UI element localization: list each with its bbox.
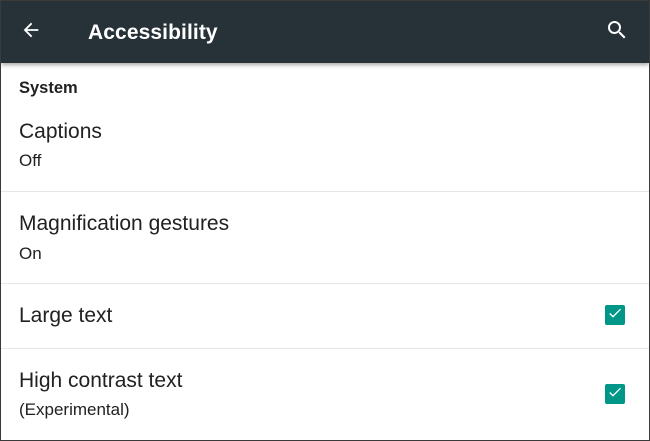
search-button[interactable]	[597, 12, 637, 52]
pref-large-text-title: Large text	[19, 304, 113, 327]
pref-large-text[interactable]: Large text	[1, 284, 649, 349]
pref-high-contrast-text[interactable]: High contrast text (Experimental)	[1, 349, 649, 437]
app-bar: Accessibility	[1, 1, 649, 63]
settings-list: System Captions Off Magnification gestur…	[1, 63, 649, 437]
pref-captions-summary: Off	[19, 151, 42, 170]
search-icon	[605, 18, 629, 47]
large-text-checkbox[interactable]	[605, 305, 625, 325]
page-title: Accessibility	[88, 21, 218, 44]
pref-high-contrast-title: High contrast text	[19, 369, 183, 392]
pref-high-contrast-summary: (Experimental)	[19, 400, 130, 419]
pref-captions-title: Captions	[19, 120, 102, 143]
high-contrast-text-checkbox[interactable]	[605, 384, 625, 404]
section-header-system: System	[19, 79, 78, 97]
pref-magnification-gestures[interactable]: Magnification gestures On	[1, 192, 649, 284]
pref-captions[interactable]: Captions Off	[1, 109, 649, 192]
check-icon	[607, 384, 623, 405]
settings-screen: Accessibility System Captions Off Magnif…	[0, 0, 650, 441]
arrow-back-icon	[20, 19, 42, 46]
back-button[interactable]	[11, 12, 51, 52]
check-icon	[607, 305, 623, 326]
pref-magnification-title: Magnification gestures	[19, 212, 230, 235]
pref-magnification-summary: On	[19, 244, 42, 263]
